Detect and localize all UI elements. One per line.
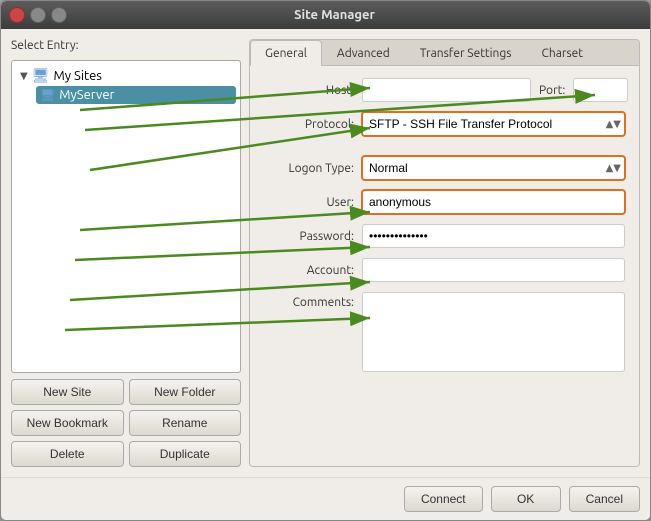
password-label: Password: <box>264 230 354 243</box>
tree-child: 🖥 MyServer <box>36 86 236 104</box>
tab-general[interactable]: General <box>250 40 322 66</box>
tab-transfer-settings[interactable]: Transfer Settings <box>405 40 527 66</box>
main-area: Select Entry: ▼ 🖥 My Sites 🖥 MyServer <box>1 29 650 477</box>
titlebar-buttons <box>9 7 67 23</box>
password-row: Password: <box>264 224 625 248</box>
tree-item-myserver[interactable]: 🖥 MyServer <box>36 86 236 104</box>
minimize-button[interactable] <box>30 7 46 23</box>
comments-label: Comments: <box>264 292 354 309</box>
logon-type-row: Logon Type: Normal ▲▼ <box>264 156 625 180</box>
account-input[interactable] <box>362 258 625 282</box>
port-label: Port: <box>539 84 565 97</box>
tree-arrow-icon: ▼ <box>20 70 28 82</box>
delete-button[interactable]: Delete <box>11 441 124 467</box>
host-label: Host: <box>264 84 354 97</box>
user-row: User: <box>264 190 625 214</box>
logon-type-select[interactable]: Normal <box>362 156 625 180</box>
account-row: Account: <box>264 258 625 282</box>
select-entry-label: Select Entry: <box>11 39 241 52</box>
right-panel: General Advanced Transfer Settings Chars… <box>249 39 640 467</box>
account-label: Account: <box>264 264 354 277</box>
comments-row: Comments: <box>264 292 625 372</box>
protocol-row: Protocol: SFTP - SSH File Transfer Proto… <box>264 112 625 136</box>
logon-type-select-wrapper: Normal ▲▼ <box>362 156 625 180</box>
protocol-label: Protocol: <box>264 118 354 131</box>
tab-content-general: Host: Port: Protocol: SFTP - SSH File Tr… <box>250 66 639 466</box>
port-input[interactable] <box>573 78 628 102</box>
button-grid: New Site New Folder New Bookmark Rename … <box>11 379 241 467</box>
tab-charset[interactable]: Charset <box>527 40 598 66</box>
protocol-select[interactable]: SFTP - SSH File Transfer Protocol <box>362 112 625 136</box>
host-input[interactable] <box>362 78 531 102</box>
protocol-select-wrapper: SFTP - SSH File Transfer Protocol ▲▼ <box>362 112 625 136</box>
comments-textarea[interactable] <box>362 292 625 372</box>
user-input[interactable] <box>362 190 625 214</box>
titlebar: Site Manager <box>1 1 650 29</box>
logon-type-label: Logon Type: <box>264 162 354 175</box>
tree-item-label: My Sites <box>53 69 101 83</box>
new-folder-button[interactable]: New Folder <box>129 379 242 405</box>
user-label: User: <box>264 196 354 209</box>
close-button[interactable] <box>9 7 25 23</box>
cancel-button[interactable]: Cancel <box>569 486 640 512</box>
tree-item-my-sites[interactable]: ▼ 🖥 My Sites <box>16 65 236 86</box>
tree-container: ▼ 🖥 My Sites 🖥 MyServer <box>11 60 241 373</box>
window-title: Site Manager <box>77 8 592 22</box>
maximize-button[interactable] <box>51 7 67 23</box>
rename-button[interactable]: Rename <box>129 410 242 436</box>
host-row: Host: Port: <box>264 78 625 102</box>
left-panel: Select Entry: ▼ 🖥 My Sites 🖥 MyServer <box>11 39 241 467</box>
ok-button[interactable]: OK <box>491 486 561 512</box>
password-input[interactable] <box>362 224 625 248</box>
folder-icon: 🖥 <box>32 67 50 84</box>
bottom-buttons: Connect OK Cancel <box>1 477 650 520</box>
connect-button[interactable]: Connect <box>404 486 483 512</box>
duplicate-button[interactable]: Duplicate <box>129 441 242 467</box>
tree-item-myserver-label: MyServer <box>59 88 114 102</box>
tab-advanced[interactable]: Advanced <box>322 40 405 66</box>
new-bookmark-button[interactable]: New Bookmark <box>11 410 124 436</box>
tabs: General Advanced Transfer Settings Chars… <box>250 40 639 66</box>
new-site-button[interactable]: New Site <box>11 379 124 405</box>
server-icon: 🖥 <box>40 88 55 102</box>
